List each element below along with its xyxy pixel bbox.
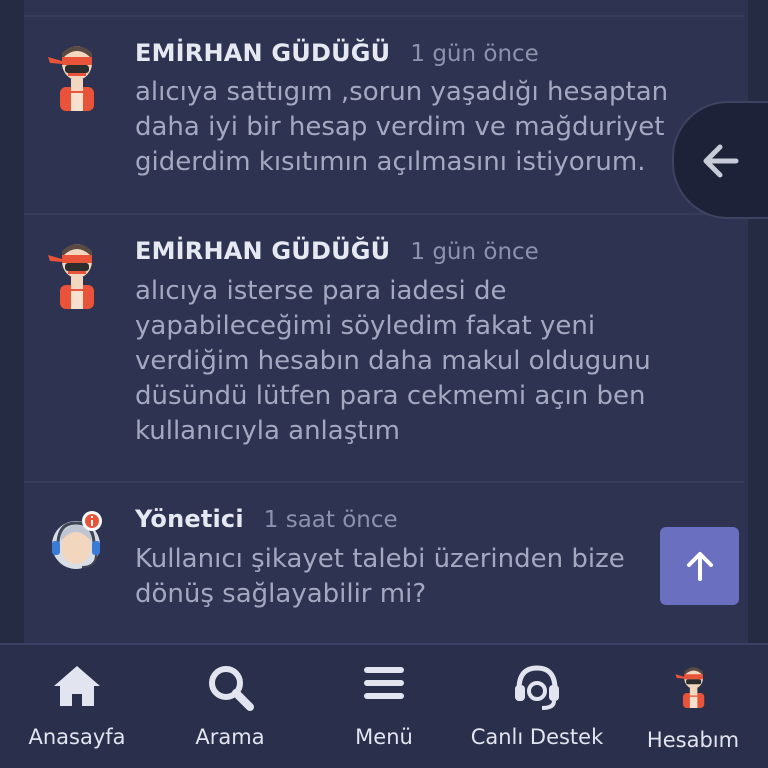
nav-item-hesabim[interactable]: Hesabım [620,645,766,768]
nav-label: Anasayfa [28,725,126,749]
nav-item-anasayfa[interactable]: Anasayfa [6,645,148,768]
search-icon [209,666,254,711]
menu-icon [364,667,404,699]
comment-item: EMİRHAN GÜDÜĞÜ 1 gün önce alıcıya isters… [24,215,744,483]
comment-item: EMİRHAN GÜDÜĞÜ 1 gün önce alıcıya sattıg… [24,17,744,215]
nav-item-menu[interactable]: Menü [314,645,454,768]
comment-time: 1 gün önce [410,239,539,265]
comment-text: Kullanıcı şikayet talebi üzerinden bize … [135,544,625,609]
nav-item-canli-destek[interactable]: Canlı Destek [464,645,610,768]
nav-label: Arama [195,725,265,749]
nav-label: Canlı Destek [470,725,604,749]
headset-icon [515,665,559,710]
comment-author[interactable]: EMİRHAN GÜDÜĞÜ [135,39,390,67]
arrow-up-icon [687,552,713,581]
ninja-user-avatar[interactable] [44,241,108,313]
bottom-navigation: Anasayfa Arama Menü Canlı Destek Hesabım [0,643,768,768]
nav-item-arama[interactable]: Arama [160,645,300,768]
comment-text: alıcıya sattıgım ,sorun yaşadığı hesapta… [135,77,669,177]
account-avatar-icon [675,667,705,708]
nav-label: Hesabım [646,728,740,752]
arrow-left-icon [703,144,739,178]
home-icon [54,666,100,706]
comment-text: alıcıya isterse para iadesi de yapabilec… [135,276,651,446]
ninja-user-avatar[interactable] [44,43,108,115]
comment-author[interactable]: EMİRHAN GÜDÜĞÜ [135,237,390,265]
back-button[interactable] [672,101,768,219]
comment-time: 1 saat önce [263,507,398,533]
comment-item: Yönetici 1 saat önce Kullanıcı şikayet t… [24,483,744,643]
scroll-to-top-button[interactable] [660,527,739,605]
comment-author[interactable]: Yönetici [135,505,244,533]
comment-time: 1 gün önce [410,41,539,67]
nav-label: Menü [355,725,413,749]
support-agent-avatar[interactable] [44,509,108,581]
